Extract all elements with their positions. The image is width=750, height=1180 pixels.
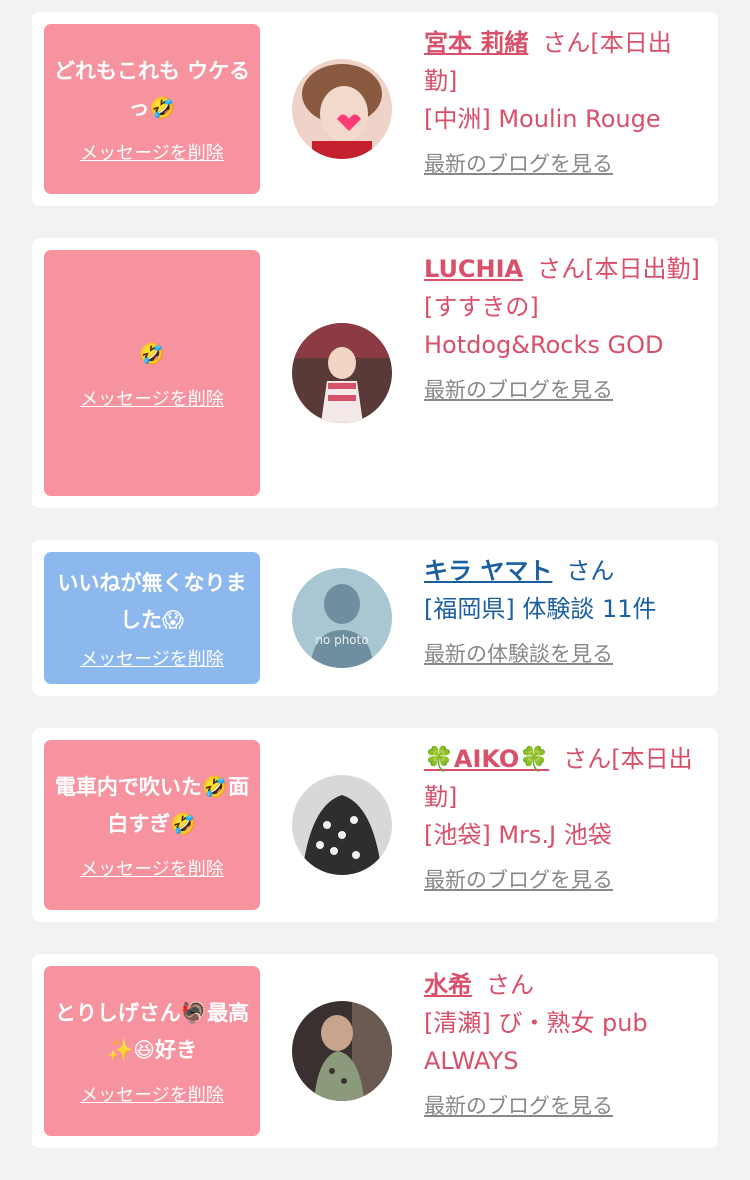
- shop-detail: [清瀬] び・熟女 pub ALWAYS: [424, 1009, 648, 1075]
- favorite-card: 🤣 メッセージを削除 LUCHIA さん[本日出勤] [すすきの] Hotdog&…: [32, 238, 718, 508]
- shop-detail: [すすきの] Hotdog&Rocks GOD: [424, 293, 664, 359]
- name-suffix: さん[本日出勤]: [537, 255, 700, 283]
- name-line: 宮本 莉緒 さん[本日出勤]: [424, 24, 704, 100]
- shop-detail: [中洲] Moulin Rouge: [424, 105, 661, 133]
- profile-name-link[interactable]: 水希: [424, 971, 472, 999]
- latest-blog-link[interactable]: 最新のブログを見る: [424, 1090, 704, 1120]
- message-bubble: 🤣 メッセージを削除: [44, 250, 260, 496]
- latest-blog-link[interactable]: 最新のブログを見る: [424, 374, 704, 404]
- profile-name-link[interactable]: LUCHIA: [424, 255, 523, 283]
- profile-name-link[interactable]: キラ ヤマト: [424, 557, 552, 585]
- name-suffix: さん: [566, 557, 615, 585]
- profile-info: 水希 さん [清瀬] び・熟女 pub ALWAYS 最新のブログを見る: [424, 966, 704, 1120]
- favorite-card: 電車内で吹いた🤣面白すぎ🤣 メッセージを削除 🍀AIKO🍀 さん[本日出勤] [池…: [32, 728, 718, 922]
- shop-detail: [池袋] Mrs.J 池袋: [424, 821, 612, 849]
- profile-info: 宮本 莉緒 さん[本日出勤] [中洲] Moulin Rouge 最新のブログを見…: [424, 24, 704, 178]
- avatar[interactable]: [292, 775, 392, 875]
- avatar[interactable]: [292, 1001, 392, 1101]
- profile-name-link[interactable]: 宮本 莉緒: [424, 29, 528, 57]
- avatar-photo: [292, 1001, 392, 1101]
- message-bubble: いいねが無くなりました😱 メッセージを削除: [44, 552, 260, 684]
- profile-info: LUCHIA さん[本日出勤] [すすきの] Hotdog&Rocks GOD 最…: [424, 250, 704, 404]
- favorite-card: いいねが無くなりました😱 メッセージを削除 no photo キラ ヤマト さん …: [32, 540, 718, 696]
- avatar[interactable]: no photo: [292, 568, 392, 668]
- delete-message-link[interactable]: メッセージを削除: [80, 645, 224, 671]
- latest-blog-link[interactable]: 最新のブログを見る: [424, 864, 704, 894]
- review-detail: [福岡県] 体験談 11件: [424, 595, 657, 623]
- message-text: 電車内で吹いた🤣面白すぎ🤣: [54, 775, 250, 836]
- avatar-photo: [292, 323, 392, 423]
- message-bubble: とりしげさん🦃最高✨😆好き メッセージを削除: [44, 966, 260, 1136]
- favorite-card: とりしげさん🦃最高✨😆好き メッセージを削除 水希 さん [清瀬] び・熟女 pu…: [32, 954, 718, 1148]
- message-text: 🤣: [138, 341, 166, 366]
- avatar[interactable]: [292, 323, 392, 423]
- profile-info: キラ ヤマト さん [福岡県] 体験談 11件 最新の体験談を見る: [424, 552, 704, 668]
- message-text: どれもこれも ウケるっ🤣: [53, 59, 251, 120]
- profile-info: 🍀AIKO🍀 さん[本日出勤] [池袋] Mrs.J 池袋 最新のブログを見る: [424, 740, 704, 894]
- svg-text:no photo: no photo: [315, 633, 368, 647]
- latest-review-link[interactable]: 最新の体験談を見る: [424, 638, 704, 668]
- name-line: キラ ヤマト さん: [424, 552, 704, 590]
- name-suffix: さん: [486, 971, 534, 999]
- name-line: 水希 さん: [424, 966, 704, 1004]
- delete-message-link[interactable]: メッセージを削除: [80, 139, 224, 165]
- profile-name-link[interactable]: 🍀AIKO🍀: [424, 745, 549, 773]
- message-text: いいねが無くなりました😱: [57, 571, 247, 632]
- avatar[interactable]: [292, 59, 392, 159]
- name-line: 🍀AIKO🍀 さん[本日出勤]: [424, 740, 704, 816]
- no-photo-avatar: no photo: [292, 568, 392, 668]
- name-line: LUCHIA さん[本日出勤]: [424, 250, 704, 288]
- favorite-card: どれもこれも ウケるっ🤣 メッセージを削除 宮本 莉緒 さん[本日出勤] [中洲]…: [32, 12, 718, 206]
- message-bubble: 電車内で吹いた🤣面白すぎ🤣 メッセージを削除: [44, 740, 260, 910]
- message-bubble: どれもこれも ウケるっ🤣 メッセージを削除: [44, 24, 260, 194]
- delete-message-link[interactable]: メッセージを削除: [80, 385, 224, 411]
- delete-message-link[interactable]: メッセージを削除: [80, 1081, 224, 1107]
- message-text: とりしげさん🦃最高✨😆好き: [54, 1001, 250, 1062]
- latest-blog-link[interactable]: 最新のブログを見る: [424, 148, 704, 178]
- avatar-photo: [292, 59, 392, 159]
- avatar-photo: [292, 775, 392, 875]
- delete-message-link[interactable]: メッセージを削除: [80, 855, 224, 881]
